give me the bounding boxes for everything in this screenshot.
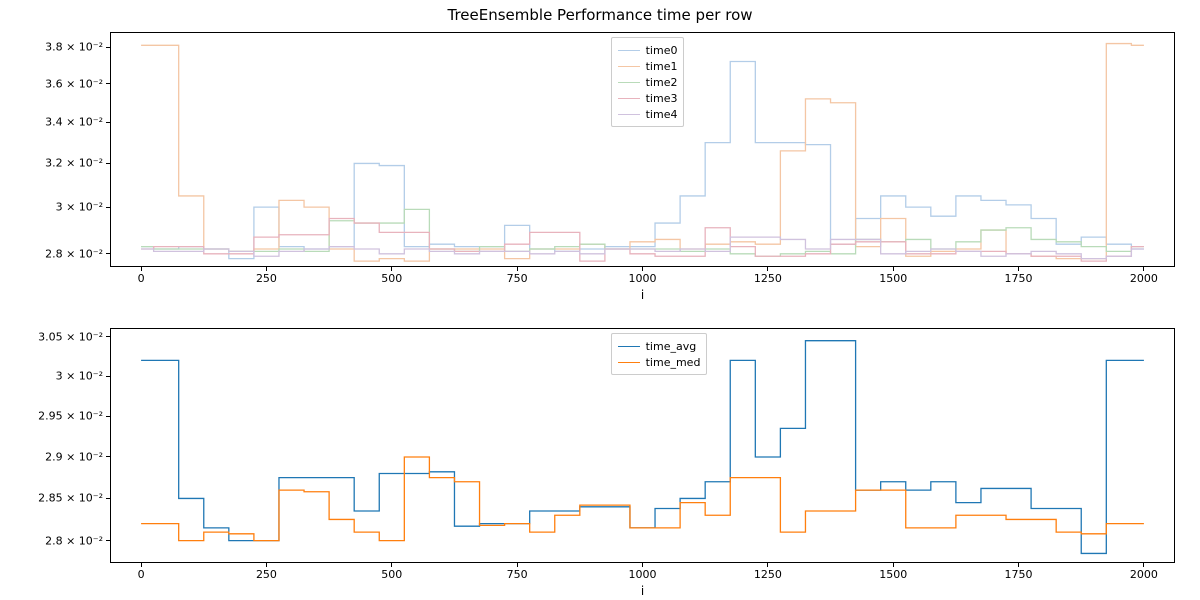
y-tick-label: 2.9 × 10⁻² bbox=[45, 451, 103, 464]
y-tick-label: 2.95 × 10⁻² bbox=[38, 410, 103, 423]
legend-label: time4 bbox=[646, 108, 678, 121]
x-tick-label: 750 bbox=[507, 568, 528, 581]
axes-bottom: time_avgtime_med 02505007501000125015001… bbox=[110, 328, 1175, 563]
x-tick-label: 1250 bbox=[754, 568, 782, 581]
legend-label: time2 bbox=[646, 76, 678, 89]
x-tick-label: 250 bbox=[256, 272, 277, 285]
y-tick-label: 3.05 × 10⁻² bbox=[38, 330, 103, 343]
legend-label: time_med bbox=[646, 356, 701, 369]
y-tick-label: 3 × 10⁻² bbox=[56, 370, 103, 383]
legend-label: time1 bbox=[646, 60, 678, 73]
legend-top: time0 time1 time2 time3 time4 bbox=[611, 37, 685, 127]
x-tick-label: 1250 bbox=[754, 272, 782, 285]
y-tick-label: 2.8 × 10⁻² bbox=[45, 534, 103, 547]
axes-top: time0time1time2time3time4 02505007501000… bbox=[110, 32, 1175, 267]
legend-bottom: time_avg time_med bbox=[611, 333, 708, 375]
legend-label: time3 bbox=[646, 92, 678, 105]
y-tick-label: 3.6 × 10⁻² bbox=[45, 77, 103, 90]
x-tick-label: 1000 bbox=[629, 568, 657, 581]
series-time4 bbox=[141, 237, 1144, 259]
y-tick-label: 2.85 × 10⁻² bbox=[38, 492, 103, 505]
legend-entry-time_med: time_med bbox=[618, 354, 701, 370]
x-tick-label: 250 bbox=[256, 568, 277, 581]
xlabel-bottom: i bbox=[110, 584, 1175, 598]
series-time_med bbox=[141, 457, 1144, 541]
legend-entry-time3: time3 bbox=[618, 90, 678, 106]
legend-label: time_avg bbox=[646, 340, 697, 353]
x-tick-label: 1000 bbox=[629, 272, 657, 285]
legend-entry-time1: time1 bbox=[618, 58, 678, 74]
y-tick-label: 3 × 10⁻² bbox=[56, 201, 103, 214]
series-time3 bbox=[141, 218, 1144, 261]
y-tick-label: 2.8 × 10⁻² bbox=[45, 247, 103, 260]
legend-swatch bbox=[618, 114, 640, 115]
x-tick-label: 2000 bbox=[1130, 272, 1158, 285]
xlabel-top: i bbox=[110, 288, 1175, 302]
figure: TreeEnsemble Performance time per row ti… bbox=[0, 0, 1200, 600]
y-tick-label: 3.2 × 10⁻² bbox=[45, 157, 103, 170]
legend-entry-time4: time4 bbox=[618, 106, 678, 122]
legend-swatch bbox=[618, 66, 640, 67]
legend-swatch bbox=[618, 82, 640, 83]
x-tick-label: 500 bbox=[381, 272, 402, 285]
x-tick-label: 750 bbox=[507, 272, 528, 285]
x-tick-label: 0 bbox=[138, 568, 145, 581]
y-tick-label: 3.8 × 10⁻² bbox=[45, 41, 103, 54]
legend-swatch bbox=[618, 362, 640, 363]
legend-swatch bbox=[618, 98, 640, 99]
legend-swatch bbox=[618, 346, 640, 347]
x-tick-label: 0 bbox=[138, 272, 145, 285]
legend-entry-time0: time0 bbox=[618, 42, 678, 58]
legend-label: time0 bbox=[646, 44, 678, 57]
x-tick-label: 1750 bbox=[1005, 568, 1033, 581]
x-tick-label: 500 bbox=[381, 568, 402, 581]
x-tick-label: 1500 bbox=[879, 272, 907, 285]
x-tick-label: 2000 bbox=[1130, 568, 1158, 581]
figure-title: TreeEnsemble Performance time per row bbox=[0, 6, 1200, 24]
x-tick-label: 1750 bbox=[1005, 272, 1033, 285]
y-tick-label: 3.4 × 10⁻² bbox=[45, 116, 103, 129]
legend-swatch bbox=[618, 50, 640, 51]
legend-entry-time_avg: time_avg bbox=[618, 338, 701, 354]
x-tick-label: 1500 bbox=[879, 568, 907, 581]
legend-entry-time2: time2 bbox=[618, 74, 678, 90]
